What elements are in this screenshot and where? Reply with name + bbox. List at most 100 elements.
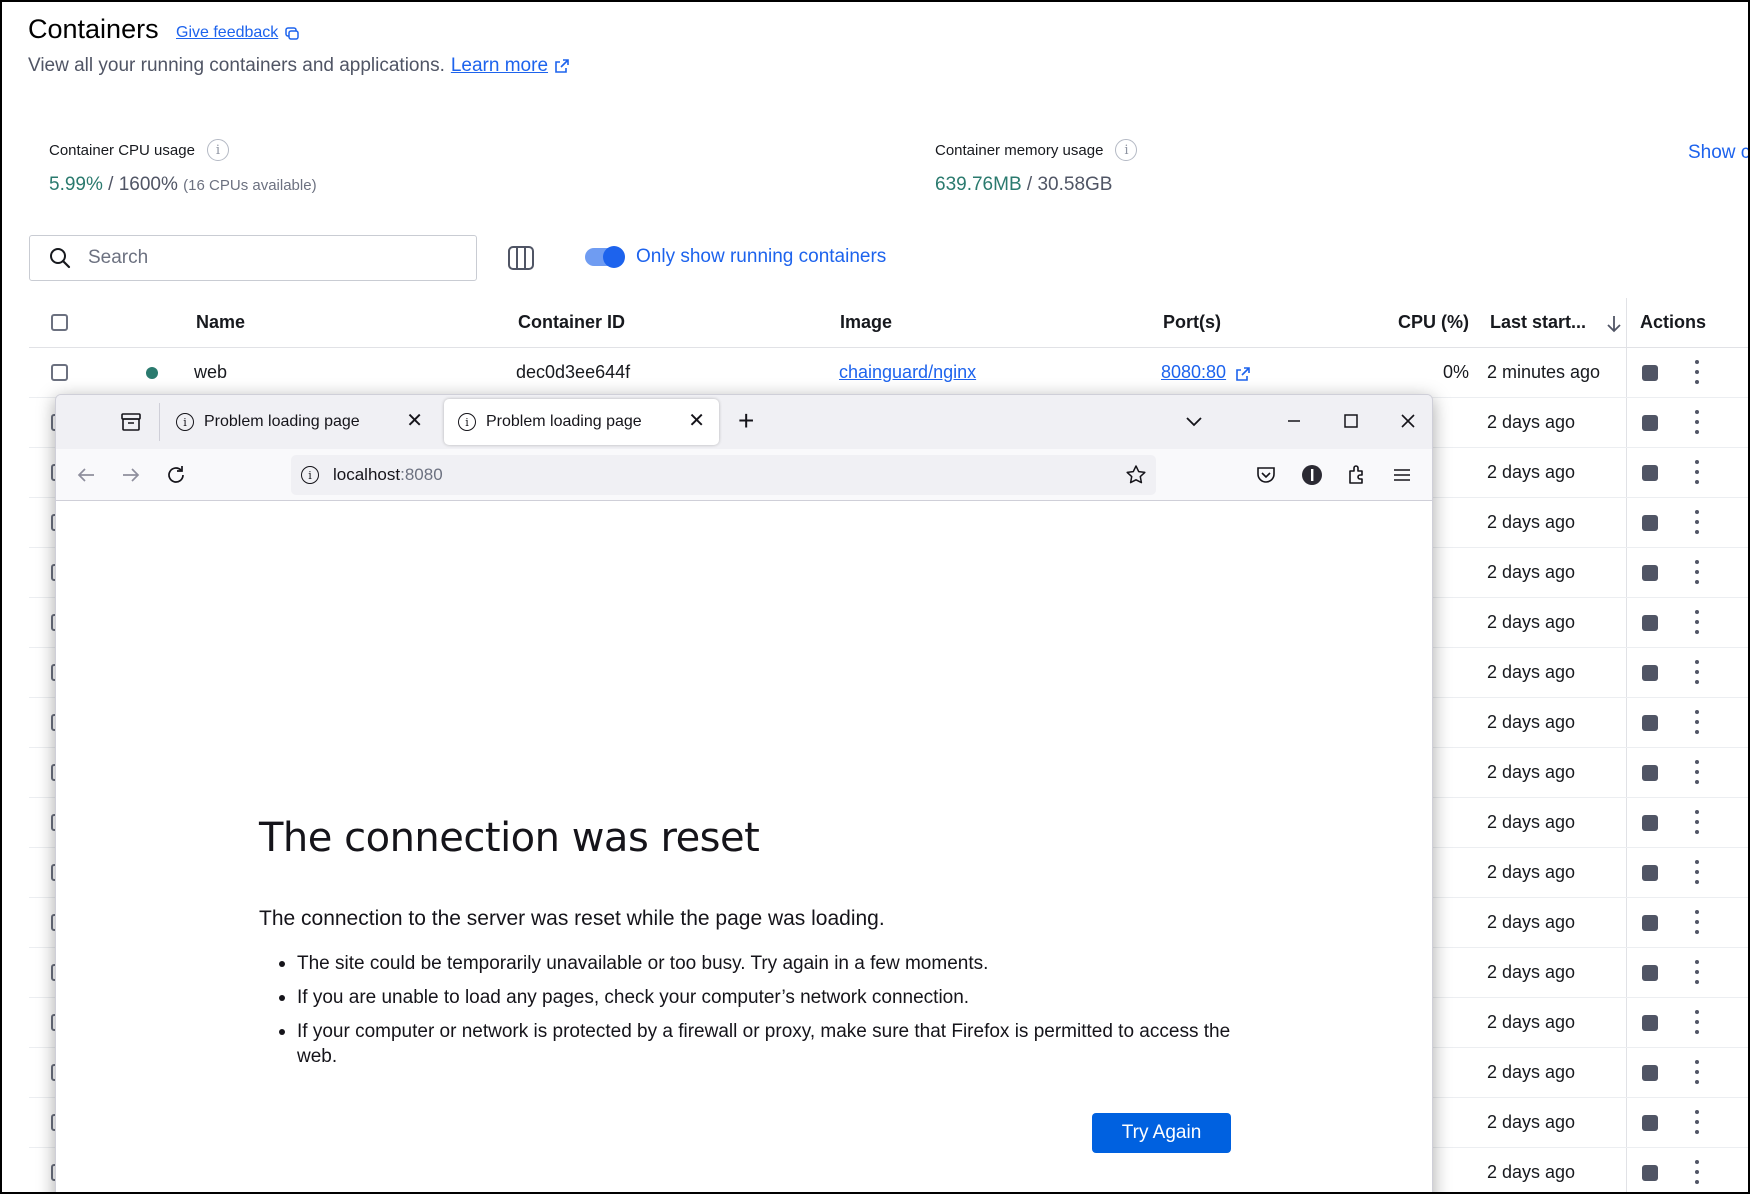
close-tab-icon[interactable]: ✕: [688, 411, 705, 431]
running-only-toggle[interactable]: [585, 246, 625, 268]
close-tab-icon[interactable]: ✕: [406, 411, 423, 431]
column-header-ports[interactable]: Port(s): [1163, 312, 1221, 333]
list-item: The site could be temporarily unavailabl…: [259, 951, 1259, 976]
stop-icon[interactable]: [1642, 365, 1658, 381]
list-all-tabs-icon[interactable]: [1182, 409, 1206, 433]
stop-icon[interactable]: [1642, 915, 1658, 931]
hamburger-menu-icon[interactable]: [1390, 463, 1414, 487]
stop-icon[interactable]: [1642, 1065, 1658, 1081]
pocket-icon[interactable]: [1254, 463, 1278, 487]
more-actions-icon[interactable]: [1694, 360, 1700, 384]
running-only-label[interactable]: Only show running containers: [636, 246, 886, 268]
new-tab-icon[interactable]: +: [738, 405, 754, 437]
tab-title: Problem loading page: [204, 413, 360, 430]
stop-icon[interactable]: [1642, 1165, 1658, 1181]
last-started: 2 days ago: [1487, 612, 1576, 632]
more-actions-icon[interactable]: [1694, 910, 1700, 934]
last-started: 2 days ago: [1487, 862, 1576, 882]
give-feedback-link[interactable]: Give feedback: [176, 24, 300, 42]
search-input[interactable]: Search: [29, 235, 477, 281]
forward-arrow-icon[interactable]: [119, 463, 143, 487]
show-charts-link[interactable]: Show c: [1688, 142, 1748, 164]
image-link[interactable]: chainguard/nginx: [839, 362, 976, 383]
bookmark-star-icon[interactable]: [1124, 463, 1148, 487]
more-actions-icon[interactable]: [1694, 960, 1700, 984]
stop-icon[interactable]: [1642, 565, 1658, 581]
last-started: 2 days ago: [1487, 662, 1576, 682]
more-actions-icon[interactable]: [1694, 560, 1700, 584]
more-actions-icon[interactable]: [1694, 710, 1700, 734]
more-actions-icon[interactable]: [1694, 460, 1700, 484]
columns-icon[interactable]: [507, 244, 535, 272]
info-icon[interactable]: i: [206, 139, 229, 161]
maximize-icon[interactable]: [1339, 409, 1363, 433]
port-link[interactable]: 8080:80: [1161, 362, 1226, 383]
cpu-usage-label-text: Container CPU usage: [49, 141, 195, 159]
docker-desktop-containers-view: Containers Give feedback View all your r…: [0, 0, 1750, 1194]
back-arrow-icon[interactable]: [74, 463, 98, 487]
sort-descending-icon[interactable]: [1605, 314, 1623, 334]
info-icon[interactable]: i: [1115, 139, 1138, 161]
more-actions-icon[interactable]: [1694, 1110, 1700, 1134]
row-checkbox[interactable]: [51, 364, 68, 381]
more-actions-icon[interactable]: [1694, 1160, 1700, 1184]
table-row[interactable]: web dec0d3ee644f chainguard/nginx 8080:8…: [29, 348, 1748, 398]
try-again-button[interactable]: Try Again: [1092, 1113, 1231, 1153]
more-actions-icon[interactable]: [1694, 510, 1700, 534]
column-header-image[interactable]: Image: [840, 312, 892, 333]
more-actions-icon[interactable]: [1694, 1010, 1700, 1034]
stop-icon[interactable]: [1642, 415, 1658, 431]
last-started: 2 days ago: [1487, 1162, 1576, 1182]
reload-icon[interactable]: [164, 463, 188, 487]
column-header-container-id[interactable]: Container ID: [518, 312, 625, 333]
column-header-last-started[interactable]: Last start...: [1490, 312, 1586, 333]
stop-icon[interactable]: [1642, 765, 1658, 781]
search-icon: [50, 248, 71, 269]
learn-more-link[interactable]: Learn more: [451, 55, 548, 77]
stop-icon[interactable]: [1642, 665, 1658, 681]
stop-icon[interactable]: [1642, 715, 1658, 731]
more-actions-icon[interactable]: [1694, 1060, 1700, 1084]
url-text[interactable]: localhost:8080: [333, 465, 443, 485]
external-link-icon: [555, 59, 569, 73]
stop-icon[interactable]: [1642, 1015, 1658, 1031]
tab-manager-icon[interactable]: [120, 411, 142, 433]
stop-icon[interactable]: [1642, 865, 1658, 881]
info-icon: i: [176, 413, 194, 431]
select-all-checkbox[interactable]: [51, 314, 68, 331]
more-actions-icon[interactable]: [1694, 410, 1700, 434]
extensions-icon[interactable]: [1345, 463, 1369, 487]
memory-usage-value: 639.76MB / 30.58GB: [935, 174, 1112, 196]
url-bar[interactable]: i localhost:8080: [291, 455, 1156, 495]
browser-tab-active[interactable]: i Problem loading page ✕: [444, 399, 719, 445]
column-header-name[interactable]: Name: [196, 312, 245, 333]
external-link-icon[interactable]: [1235, 366, 1251, 382]
error-tips-list: The site could be temporarily unavailabl…: [259, 951, 1259, 1078]
stop-icon[interactable]: [1642, 965, 1658, 981]
more-actions-icon[interactable]: [1694, 810, 1700, 834]
give-feedback-label: Give feedback: [176, 24, 279, 41]
container-name[interactable]: web: [194, 362, 227, 383]
more-actions-icon[interactable]: [1694, 760, 1700, 784]
memory-usage-label-text: Container memory usage: [935, 141, 1104, 159]
stop-icon[interactable]: [1642, 815, 1658, 831]
stop-icon[interactable]: [1642, 515, 1658, 531]
last-started: 2 days ago: [1487, 1112, 1576, 1132]
more-actions-icon[interactable]: [1694, 660, 1700, 684]
error-page: The connection was reset The connection …: [56, 501, 1432, 1192]
running-status-dot: [146, 367, 158, 379]
more-actions-icon[interactable]: [1694, 860, 1700, 884]
stop-icon[interactable]: [1642, 615, 1658, 631]
cpu-used: 5.99%: [49, 174, 103, 195]
column-header-cpu[interactable]: CPU (%): [1398, 312, 1469, 333]
site-info-icon[interactable]: i: [301, 466, 319, 484]
last-started: 2 days ago: [1487, 762, 1576, 782]
error-description: The connection to the server was reset w…: [259, 907, 885, 930]
password-manager-icon[interactable]: [1300, 463, 1324, 487]
browser-tab[interactable]: i Problem loading page ✕: [162, 399, 437, 445]
minimize-icon[interactable]: [1282, 409, 1306, 433]
close-window-icon[interactable]: [1396, 409, 1420, 433]
stop-icon[interactable]: [1642, 465, 1658, 481]
more-actions-icon[interactable]: [1694, 610, 1700, 634]
stop-icon[interactable]: [1642, 1115, 1658, 1131]
